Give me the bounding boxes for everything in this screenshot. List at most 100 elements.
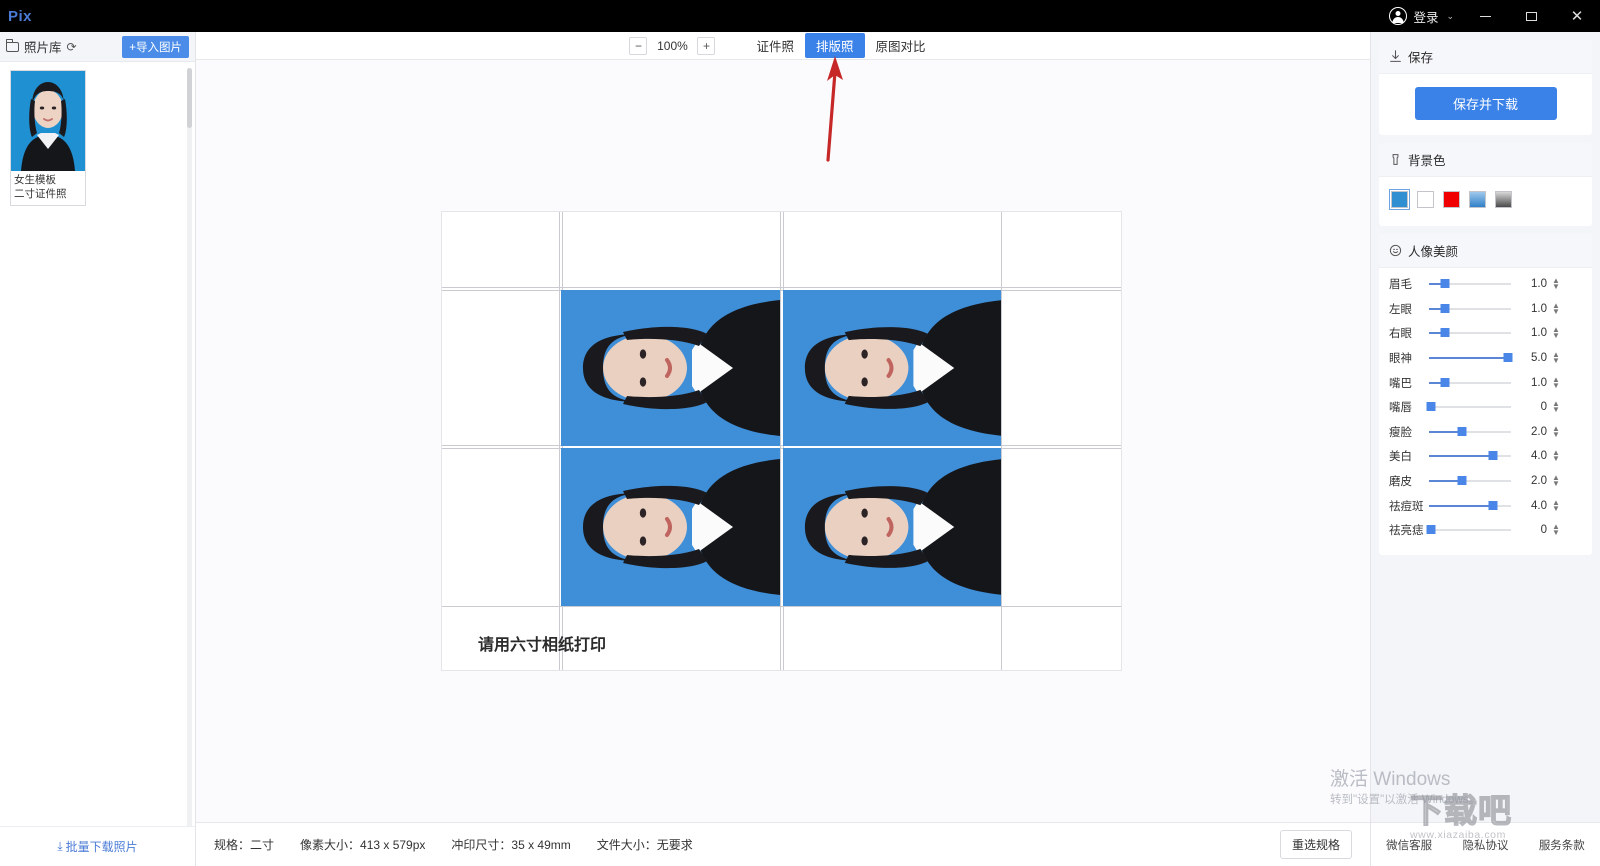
beauty-slider-track[interactable]: [1429, 451, 1511, 461]
beauty-slider-knob[interactable]: [1426, 525, 1436, 535]
beauty-slider-row: 瘦脸 2.0 ▲ ▼: [1389, 420, 1582, 445]
sheet-photo[interactable]: [783, 448, 1001, 606]
app-window: Pix 登录 ⌄ ✕ 照片库 ⟳ +导入图片 女生模板 二寸证件照 ⤓ 批量下载…: [0, 0, 1600, 866]
sheet-gridlines: [442, 212, 1121, 670]
tab-original-compare[interactable]: 原图对比: [865, 33, 937, 58]
beauty-card-header: 人像美颜: [1379, 234, 1592, 268]
app-brand: Pix: [8, 7, 33, 25]
beauty-slider-stepper[interactable]: ▲ ▼: [1552, 449, 1560, 463]
portrait-svg: [561, 449, 780, 605]
beauty-slider-value: 0: [1540, 401, 1547, 414]
beauty-slider-value: 1.0: [1531, 278, 1547, 291]
beauty-slider-row: 眉毛 1.0 ▲ ▼: [1389, 272, 1582, 297]
tab-layout-photo[interactable]: 排版照: [804, 33, 865, 58]
layout-sheet[interactable]: 请用六寸相纸打印: [442, 212, 1121, 670]
canvas-area: 请用六寸相纸打印: [196, 60, 1370, 822]
beauty-slider-label: 祛痘斑: [1389, 500, 1424, 513]
beauty-slider-track[interactable]: [1429, 426, 1511, 436]
beauty-slider-value: 2.0: [1531, 475, 1547, 488]
beauty-slider-stepper[interactable]: ▲ ▼: [1552, 424, 1560, 438]
sidebar-scrollbar[interactable]: [187, 68, 192, 826]
beauty-slider-knob[interactable]: [1503, 353, 1513, 363]
beauty-slider-stepper[interactable]: ▲ ▼: [1552, 301, 1560, 315]
beauty-slider-track[interactable]: [1429, 353, 1513, 363]
beauty-slider-stepper[interactable]: ▲ ▼: [1552, 375, 1560, 389]
photo-thumbnail[interactable]: [11, 71, 85, 171]
save-card-header: 保存: [1379, 40, 1592, 74]
beauty-slider-knob[interactable]: [1457, 426, 1467, 436]
beauty-slider-stepper[interactable]: ▲ ▼: [1552, 474, 1560, 488]
beauty-slider-value: 4.0: [1531, 450, 1547, 463]
beauty-slider-knob[interactable]: [1488, 451, 1498, 461]
beauty-slider-stepper[interactable]: ▲ ▼: [1552, 326, 1560, 340]
sidebar-scrollbar-thumb[interactable]: [187, 68, 192, 128]
save-and-download-button[interactable]: 保存并下载: [1414, 87, 1557, 120]
beauty-slider-track[interactable]: [1429, 303, 1511, 313]
privacy-policy-link[interactable]: 隐私协议: [1462, 837, 1508, 853]
beauty-slider-knob[interactable]: [1457, 476, 1467, 486]
beauty-slider-track[interactable]: [1426, 525, 1511, 535]
portrait-thumb-svg: [11, 71, 85, 171]
beauty-slider-value: 1.0: [1531, 302, 1547, 315]
user-avatar-icon: [1389, 7, 1408, 25]
beauty-slider-knob[interactable]: [1488, 500, 1498, 510]
beauty-slider-knob[interactable]: [1426, 402, 1436, 412]
login-label: 登录: [1413, 10, 1439, 25]
background-swatches: [1388, 187, 1582, 216]
terms-of-service-link[interactable]: 服务条款: [1539, 837, 1585, 853]
beauty-slider-knob[interactable]: [1440, 279, 1450, 289]
sheet-photo[interactable]: [561, 290, 780, 446]
reselect-spec-button[interactable]: 重选规格: [1279, 830, 1352, 859]
beauty-slider-track[interactable]: [1429, 328, 1511, 338]
chevron-down-icon: ⌄: [1446, 10, 1454, 21]
zoom-out-button[interactable]: −: [629, 36, 648, 55]
beauty-slider-track[interactable]: [1429, 500, 1511, 510]
beauty-slider-track[interactable]: [1429, 377, 1511, 387]
batch-download-button[interactable]: ⤓ 批量下载照片: [57, 838, 137, 855]
beauty-slider-value: 0: [1540, 524, 1547, 537]
swatch-blue[interactable]: [1388, 188, 1411, 211]
beauty-slider-row: 祛痘斑 4.0 ▲ ▼: [1389, 493, 1582, 518]
beauty-slider-value: 4.0: [1531, 499, 1547, 512]
status-spec: 规格：二寸: [214, 838, 275, 852]
right-settings-panel: 保存 保存并下载 背景色 人像美颜 眉毛 1.0 ▲ ▼ 左眼 1.0 ▲ ▼ …: [1370, 32, 1600, 866]
beauty-slider-knob[interactable]: [1440, 303, 1450, 313]
photo-library-sidebar: 照片库 ⟳ +导入图片 女生模板 二寸证件照 ⤓ 批量下载照片: [0, 32, 196, 866]
refresh-icon[interactable]: ⟳: [67, 40, 77, 54]
folder-icon: [6, 39, 19, 52]
beauty-slider-label: 祛亮痣: [1389, 525, 1424, 538]
login-button[interactable]: 登录 ⌄: [1381, 0, 1462, 32]
beauty-slider-stepper[interactable]: ▲ ▼: [1552, 277, 1560, 291]
close-button[interactable]: ✕: [1554, 0, 1600, 32]
zoom-in-button[interactable]: +: [697, 36, 716, 55]
beauty-card-title: 人像美颜: [1408, 245, 1459, 259]
sheet-photo[interactable]: [561, 448, 780, 606]
beauty-slider-track[interactable]: [1429, 476, 1511, 486]
beauty-slider-stepper[interactable]: ▲ ▼: [1552, 351, 1560, 365]
swatch-blue-gradient[interactable]: [1469, 191, 1486, 208]
beauty-slider-track[interactable]: [1426, 402, 1511, 412]
minimize-button[interactable]: [1462, 0, 1508, 32]
beauty-slider-stepper[interactable]: ▲ ▼: [1552, 400, 1560, 414]
tab-id-photo[interactable]: 证件照: [745, 33, 805, 58]
beauty-slider-knob[interactable]: [1440, 377, 1450, 387]
wechat-support-link[interactable]: 微信客服: [1386, 837, 1432, 853]
maximize-button[interactable]: [1508, 0, 1554, 32]
swatch-red[interactable]: [1443, 191, 1460, 208]
list-item[interactable]: 女生模板 二寸证件照: [10, 70, 86, 206]
beauty-slider-stepper[interactable]: ▲ ▼: [1552, 523, 1560, 537]
print-instruction-text: 请用六寸相纸打印: [478, 637, 607, 654]
canvas-toolbar: − 100% + 证件照 排版照 原图对比: [196, 32, 1370, 60]
beauty-slider-knob[interactable]: [1440, 328, 1450, 338]
beauty-slider-row: 右眼 1.0 ▲ ▼: [1389, 321, 1582, 346]
swatch-gray-gradient[interactable]: [1495, 191, 1512, 208]
beauty-slider-row: 眼神 5.0 ▲ ▼: [1389, 346, 1582, 371]
beauty-slider-stepper[interactable]: ▲ ▼: [1552, 498, 1560, 512]
import-image-button[interactable]: +导入图片: [122, 35, 189, 58]
swatch-white[interactable]: [1417, 191, 1434, 208]
sheet-photo[interactable]: [783, 290, 1001, 446]
photo-meta: 女生模板 二寸证件照: [11, 171, 85, 205]
photo-spec: 二寸证件照: [14, 188, 67, 200]
beauty-slider-track[interactable]: [1429, 279, 1511, 289]
background-card-body: [1379, 177, 1592, 226]
